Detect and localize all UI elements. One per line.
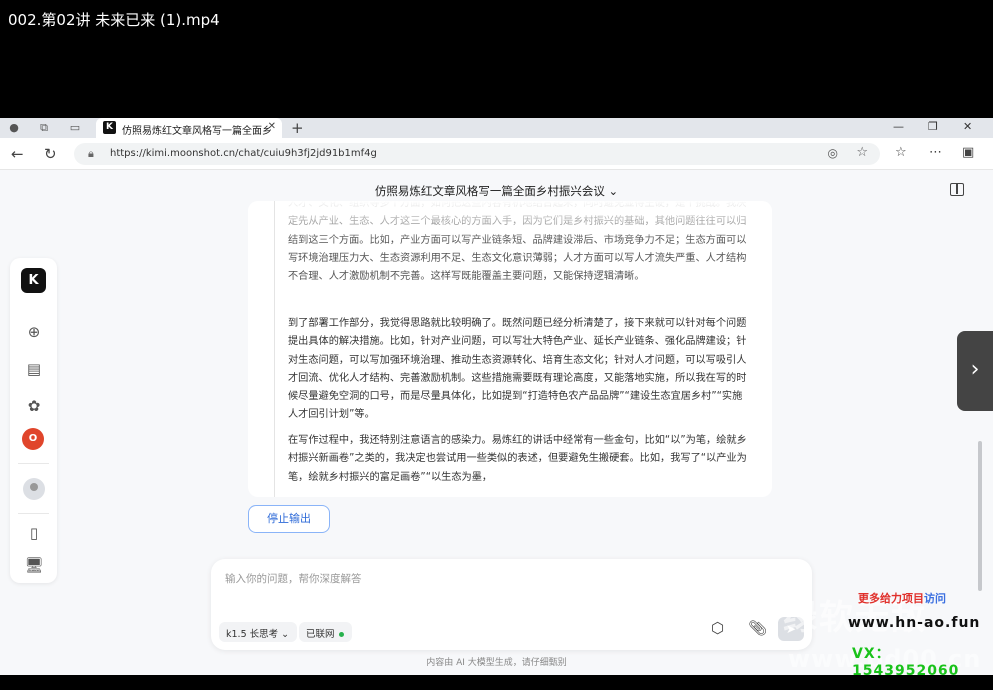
- profile-icon[interactable]: ●: [7, 121, 21, 135]
- thinking-paragraph: 到了部署工作部分，我觉得思路就比较明确了。既然问题已经分析清楚了，接下来就可以针…: [288, 318, 747, 421]
- minimize-icon[interactable]: —: [893, 120, 904, 133]
- workspaces-icon[interactable]: ⧉: [37, 121, 51, 135]
- online-dot: [338, 632, 344, 637]
- tab-kimi[interactable]: K 仿照易炼红文章风格写一篇全面乡 ✕: [96, 118, 282, 138]
- sidebar-divider: [18, 463, 49, 464]
- back-icon[interactable]: ←: [11, 145, 24, 163]
- chevron-down-icon: ⌄: [608, 184, 619, 198]
- thinking-message-card: 人才、文化、组织等多个方面，如何把这些内容有机地结合起来，同时避免显得生硬，是个…: [248, 201, 772, 497]
- quote-line: [274, 201, 275, 497]
- chevron-down-icon: ⌄: [281, 629, 290, 640]
- new-tab-icon[interactable]: +: [291, 119, 304, 137]
- address-bar-row: ← ↻ 🔒︎ https://kimi.moonshot.cn/chat/cui…: [0, 138, 993, 170]
- restore-icon[interactable]: ❐: [928, 120, 938, 133]
- close-window-icon[interactable]: ✕: [963, 120, 972, 133]
- close-tab-icon[interactable]: ✕: [268, 121, 276, 132]
- avatar[interactable]: [23, 478, 45, 500]
- panel-toggle-icon[interactable]: [950, 183, 964, 196]
- network-toggle[interactable]: 已联网: [299, 622, 352, 642]
- sidebar-toggle-icon[interactable]: ▣: [962, 145, 974, 160]
- tab-title: 仿照易炼红文章风格写一篇全面乡: [122, 126, 272, 137]
- lock-icon[interactable]: 🔒︎: [88, 147, 94, 161]
- tab-bar: ● ⧉ ▭ K 仿照易炼红文章风格写一篇全面乡 ✕ + — ❐ ✕: [0, 118, 993, 138]
- video-title: 002.第02讲 未来已来 (1).mp4: [0, 0, 993, 44]
- chat-title[interactable]: 仿照易炼红文章风格写一篇全面乡村振兴会议 ⌄: [0, 183, 993, 199]
- scrollbar[interactable]: [978, 441, 982, 591]
- top-fade-overlay: [248, 201, 772, 241]
- next-video-button[interactable]: ›: [957, 331, 993, 411]
- cube-icon[interactable]: ⬡: [711, 619, 724, 637]
- watermark-text: www.hn-ao.fun: [848, 615, 981, 631]
- model-selector[interactable]: k1.5 长思考 ⌄: [219, 622, 298, 642]
- desktop-app-icon[interactable]: 🖥︎: [24, 555, 44, 575]
- url-text: https://kimi.moonshot.cn/chat/cuiu9h3fj2…: [110, 148, 377, 159]
- mobile-app-icon[interactable]: ▯: [24, 523, 44, 543]
- favorites-icon[interactable]: ☆: [895, 145, 907, 160]
- thinking-paragraph: 在写作过程中，我还特别注意语言的感染力。易炼红的讲话中经常有一些金句，比如“以”…: [288, 435, 747, 483]
- history-icon[interactable]: ▤: [24, 359, 44, 379]
- sidebar: K ⊕ ▤ ✿ O ▯ 🖥︎: [10, 258, 57, 583]
- stop-output-button[interactable]: 停止输出: [248, 505, 330, 533]
- watermark-red: 更多给力项目: [858, 592, 924, 605]
- translate-icon[interactable]: ◎: [828, 146, 838, 160]
- explore-icon[interactable]: ✿: [24, 396, 44, 416]
- attach-icon[interactable]: 📎︎: [748, 619, 767, 637]
- network-label: 已联网: [306, 629, 335, 640]
- sidebar-divider: [18, 513, 49, 514]
- office-app-icon[interactable]: O: [22, 428, 44, 450]
- video-controls-strip[interactable]: [0, 675, 993, 690]
- new-chat-icon[interactable]: ⊕: [24, 322, 44, 342]
- tab-actions-icon[interactable]: ▭: [68, 121, 82, 135]
- chat-input-box[interactable]: 输入你的问题，帮你深度解答 k1.5 长思考 ⌄ 已联网 ⬡ 📎︎ ➤: [211, 559, 812, 650]
- watermark-text: 更多给力项目访问: [858, 590, 946, 606]
- chat-title-text: 仿照易炼红文章风格写一篇全面乡村振兴会议: [374, 184, 605, 198]
- kimi-logo-icon[interactable]: K: [21, 268, 46, 293]
- favorite-star-icon[interactable]: ☆: [856, 145, 868, 160]
- refresh-icon[interactable]: ↻: [44, 145, 57, 163]
- more-menu-icon[interactable]: ⋯: [929, 145, 942, 160]
- watermark-text: VX：1543952060: [852, 646, 960, 679]
- chat-input-placeholder: 输入你的问题，帮你深度解答: [225, 573, 362, 585]
- watermark-blue: 访问: [924, 592, 946, 605]
- model-label: k1.5 长思考: [226, 629, 279, 640]
- url-field[interactable]: 🔒︎ https://kimi.moonshot.cn/chat/cuiu9h3…: [74, 143, 880, 165]
- kimi-favicon-icon: K: [103, 121, 116, 134]
